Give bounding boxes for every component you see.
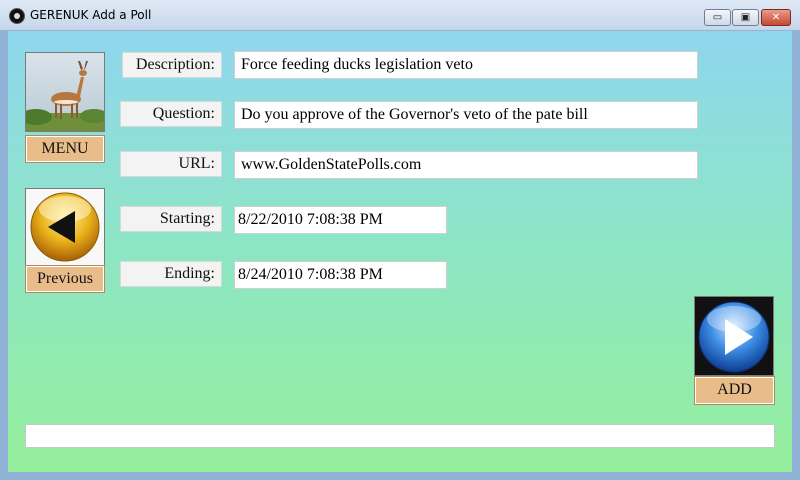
minimize-button[interactable]: ▭	[704, 9, 731, 26]
menu-image-button[interactable]	[20, 52, 108, 132]
back-arrow-orb-icon	[30, 192, 100, 262]
url-label: URL:	[120, 151, 222, 177]
starting-label: Starting:	[120, 206, 222, 232]
starting-datetime-field[interactable]: 8/22/2010 7:08:38 PM	[234, 206, 447, 234]
previous-button[interactable]: Previous	[25, 265, 105, 293]
close-button[interactable]: ✕	[761, 9, 791, 26]
add-button[interactable]: ADD	[694, 376, 775, 405]
client-area	[8, 31, 792, 472]
add-image-button[interactable]	[694, 296, 774, 376]
menu-button[interactable]: MENU	[25, 135, 105, 163]
description-label: Description:	[122, 52, 222, 78]
ending-label: Ending:	[120, 261, 222, 287]
play-orb-icon	[698, 301, 770, 373]
description-field[interactable]: Force feeding ducks legislation veto	[234, 51, 698, 79]
maximize-button[interactable]: ▣	[732, 9, 759, 26]
window-title: GERENUK Add a Poll	[30, 8, 152, 22]
app-icon[interactable]	[9, 8, 25, 24]
status-bar	[25, 424, 775, 448]
gerenuk-photo	[20, 53, 108, 131]
question-label: Question:	[120, 101, 222, 127]
previous-image-button[interactable]	[25, 188, 105, 266]
app-window: GERENUK Add a Poll ▭ ▣ ✕ MENU Previous D…	[0, 0, 800, 480]
title-bar[interactable]: GERENUK Add a Poll ▭ ▣ ✕	[0, 0, 800, 31]
url-field[interactable]: www.GoldenStatePolls.com	[234, 151, 698, 179]
question-field[interactable]: Do you approve of the Governor's veto of…	[234, 101, 698, 129]
ending-datetime-field[interactable]: 8/24/2010 7:08:38 PM	[234, 261, 447, 289]
